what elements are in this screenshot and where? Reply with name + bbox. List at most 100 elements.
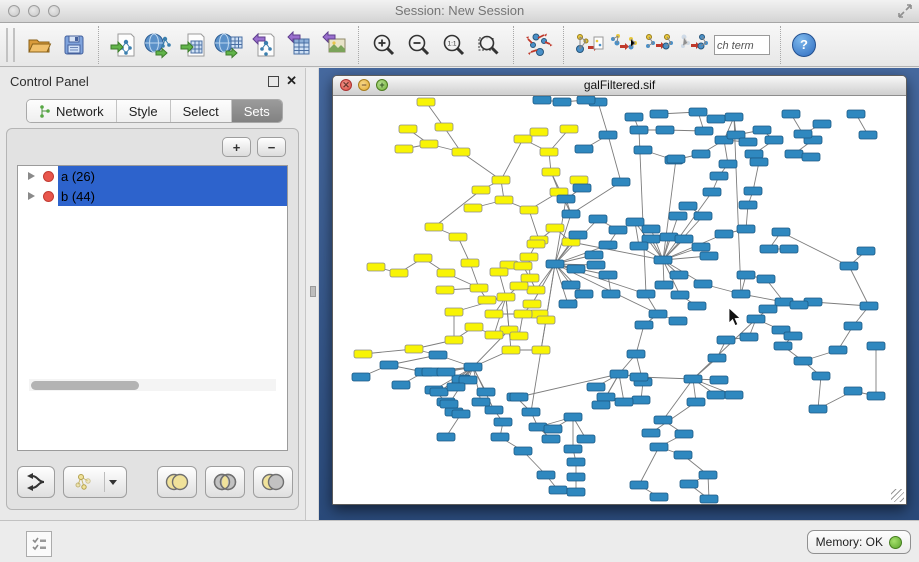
graph-node-selected[interactable]	[395, 145, 413, 153]
graph-node[interactable]	[790, 301, 808, 309]
graph-node[interactable]	[747, 315, 765, 323]
graph-node[interactable]	[567, 488, 585, 496]
graph-node[interactable]	[609, 226, 627, 234]
graph-node-selected[interactable]	[497, 293, 515, 301]
resize-grip[interactable]	[891, 489, 904, 502]
graph-node[interactable]	[867, 342, 885, 350]
graph-node[interactable]	[844, 322, 862, 330]
graph-node[interactable]	[772, 228, 790, 236]
graph-node[interactable]	[739, 138, 757, 146]
graph-node[interactable]	[840, 262, 858, 270]
graph-node[interactable]	[739, 201, 757, 209]
graph-node[interactable]	[692, 243, 710, 251]
graph-node[interactable]	[656, 126, 674, 134]
graph-node[interactable]	[703, 188, 721, 196]
graph-node-selected[interactable]	[445, 336, 463, 344]
graph-node[interactable]	[546, 260, 564, 268]
search-input[interactable]: ch term	[714, 35, 770, 55]
graph-node[interactable]	[562, 281, 580, 289]
graph-node[interactable]	[544, 425, 562, 433]
graph-node-selected[interactable]	[514, 135, 532, 143]
graph-node[interactable]	[785, 150, 803, 158]
graph-node[interactable]	[567, 473, 585, 481]
graph-node[interactable]	[782, 110, 800, 118]
graph-node[interactable]	[689, 108, 707, 116]
graph-node[interactable]	[699, 471, 717, 479]
graph-node[interactable]	[510, 393, 528, 401]
network-merge-button[interactable]	[572, 28, 605, 62]
graph-node-selected[interactable]	[540, 148, 558, 156]
graph-node[interactable]	[759, 305, 777, 313]
graph-node-selected[interactable]	[437, 269, 455, 277]
graph-node[interactable]	[674, 451, 692, 459]
graph-node[interactable]	[757, 275, 775, 283]
graph-node-selected[interactable]	[570, 176, 588, 184]
graph-node[interactable]	[732, 290, 750, 298]
graph-node[interactable]	[780, 245, 798, 253]
graph-node[interactable]	[612, 178, 630, 186]
graph-node[interactable]	[553, 98, 571, 106]
graph-node[interactable]	[537, 471, 555, 479]
split-sets-button[interactable]	[17, 466, 55, 498]
help-button[interactable]: ?	[792, 33, 816, 57]
graph-node-selected[interactable]	[436, 286, 454, 294]
graph-node-selected[interactable]	[435, 123, 453, 131]
graph-node[interactable]	[679, 202, 697, 210]
graph-node[interactable]	[597, 393, 615, 401]
graph-node[interactable]	[725, 113, 743, 121]
graph-node[interactable]	[440, 400, 458, 408]
graph-node-selected[interactable]	[464, 204, 482, 212]
graph-node[interactable]	[627, 350, 645, 358]
zoom-selected-button[interactable]	[472, 28, 505, 62]
graph-node[interactable]	[813, 120, 831, 128]
graph-node[interactable]	[655, 281, 673, 289]
graph-node[interactable]	[669, 317, 687, 325]
graph-node[interactable]	[542, 435, 560, 443]
graph-node-selected[interactable]	[514, 262, 532, 270]
expand-triangle-icon[interactable]	[28, 172, 35, 180]
graph-node[interactable]	[567, 265, 585, 273]
graph-node[interactable]	[630, 373, 648, 381]
graph-node[interactable]	[680, 480, 698, 488]
task-history-button[interactable]	[26, 531, 52, 557]
graph-node[interactable]	[670, 271, 688, 279]
graph-node-selected[interactable]	[523, 300, 541, 308]
difference-button[interactable]	[253, 466, 293, 498]
graph-node[interactable]	[707, 391, 725, 399]
graph-node[interactable]	[867, 392, 885, 400]
tab-style[interactable]: Style	[117, 100, 171, 122]
graph-node[interactable]	[637, 290, 655, 298]
graph-node[interactable]	[700, 252, 718, 260]
graph-node[interactable]	[437, 368, 455, 376]
graph-node[interactable]	[630, 481, 648, 489]
graph-node[interactable]	[587, 261, 605, 269]
graph-node[interactable]	[847, 110, 865, 118]
graph-node[interactable]	[610, 370, 628, 378]
splitter-collapse-handle[interactable]	[310, 286, 316, 297]
graph-node[interactable]	[557, 195, 575, 203]
graph-node[interactable]	[784, 332, 802, 340]
import-table-button[interactable]	[177, 28, 210, 62]
graph-node[interactable]	[750, 158, 768, 166]
graph-node[interactable]	[707, 115, 725, 123]
graph-node[interactable]	[812, 372, 830, 380]
graph-node-selected[interactable]	[492, 176, 510, 184]
graph-node[interactable]	[737, 225, 755, 233]
graph-node-selected[interactable]	[390, 269, 408, 277]
graph-node[interactable]	[625, 113, 643, 121]
graph-node[interactable]	[477, 388, 495, 396]
union-button[interactable]	[157, 466, 197, 498]
graph-node[interactable]	[587, 383, 605, 391]
graph-node[interactable]	[650, 110, 668, 118]
graph-node[interactable]	[708, 354, 726, 362]
graph-node[interactable]	[710, 172, 728, 180]
fullscreen-icon[interactable]	[897, 3, 913, 19]
graph-node[interactable]	[667, 155, 685, 163]
graph-node[interactable]	[626, 218, 644, 226]
save-session-button[interactable]	[57, 28, 90, 62]
graph-node-selected[interactable]	[367, 263, 385, 271]
graph-node-selected[interactable]	[452, 148, 470, 156]
list-item-set-a[interactable]: a (26)	[18, 166, 287, 186]
graph-node[interactable]	[695, 127, 713, 135]
graph-node[interactable]	[575, 290, 593, 298]
